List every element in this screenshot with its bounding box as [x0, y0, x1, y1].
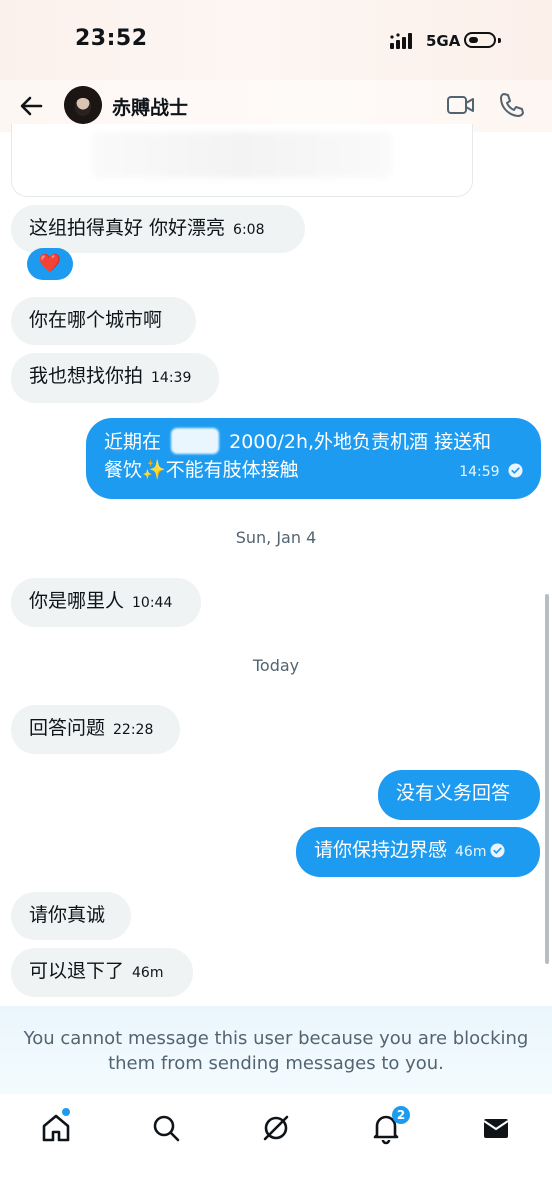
message-text-line1-b: 2000/2h,外地负责机酒 接送和	[229, 431, 492, 453]
date-divider: Sun, Jan 4	[235, 528, 317, 547]
message-text: 请你保持边界感	[314, 839, 448, 861]
mail-icon[interactable]	[476, 1108, 516, 1148]
date-divider: Today	[252, 656, 300, 675]
message-bubble-outgoing[interactable]: 没有义务回答	[378, 770, 540, 820]
blocked-notice-line2: them from sending messages to you.	[108, 1053, 444, 1074]
back-arrow-icon[interactable]	[18, 93, 44, 119]
message-text: 这组拍得真好 你好漂亮	[29, 217, 226, 239]
battery-tip	[498, 38, 501, 43]
blocked-notice: You cannot message this user because you…	[0, 1006, 552, 1094]
message-time: 14:39	[151, 370, 192, 386]
avatar[interactable]	[64, 86, 102, 124]
video-call-icon[interactable]	[446, 93, 476, 117]
signal-icon	[390, 33, 412, 49]
message-text-line1-a: 近期在	[104, 431, 162, 453]
message-text: 你在哪个城市啊	[29, 309, 163, 331]
notifications-badge: 2	[392, 1106, 410, 1124]
message-time: 6:08	[233, 222, 265, 238]
bottom-nav: 2	[0, 1094, 552, 1200]
message-bubble-outgoing[interactable]: 近期在 2000/2h,外地负责机酒 接送和 餐饮✨不能有肢体接触 14:59	[86, 418, 541, 499]
read-check-icon	[490, 843, 505, 858]
heart-icon: ❤️	[38, 253, 62, 274]
phone-icon[interactable]	[498, 91, 524, 119]
message-text-line2: 餐饮✨不能有肢体接触	[104, 459, 299, 481]
message-text: 回答问题	[29, 717, 106, 739]
message-bubble-outgoing[interactable]: 请你保持边界感 46m	[296, 827, 540, 877]
status-time: 23:52	[75, 26, 148, 51]
redacted-location	[171, 428, 220, 454]
network-type: 5GA	[426, 32, 461, 50]
message-bubble-incoming[interactable]: 回答问题 22:28	[11, 705, 180, 754]
message-time: 22:28	[113, 722, 154, 738]
message-bubble-incoming[interactable]: 这组拍得真好 你好漂亮 6:08	[11, 205, 305, 253]
search-icon[interactable]	[146, 1108, 186, 1148]
shared-media-card[interactable]	[11, 124, 473, 197]
message-text: 我也想找你拍	[29, 365, 144, 387]
message-bubble-incoming[interactable]: 你在哪个城市啊	[11, 297, 196, 345]
heart-reaction[interactable]: ❤️	[27, 248, 73, 280]
message-time: 46m	[132, 965, 164, 981]
status-bar: 23:52 5GA	[0, 0, 552, 80]
message-time: 14:59	[459, 464, 500, 480]
message-text: 请你真诚	[29, 904, 106, 926]
grok-icon[interactable]	[256, 1108, 296, 1148]
message-text: 可以退下了	[29, 960, 125, 982]
message-time: 10:44	[132, 595, 173, 611]
message-text: 没有义务回答	[396, 782, 511, 804]
blocked-notice-text: You cannot message this user because you…	[0, 1026, 552, 1076]
message-bubble-incoming[interactable]: 你是哪里人 10:44	[11, 578, 201, 627]
home-unread-dot	[60, 1106, 72, 1118]
message-time: 46m	[455, 844, 487, 860]
message-bubble-incoming[interactable]: 可以退下了 46m	[11, 948, 193, 997]
message-bubble-incoming[interactable]: 我也想找你拍 14:39	[11, 353, 219, 403]
blocked-notice-line1: You cannot message this user because you…	[23, 1028, 529, 1049]
scrollbar[interactable]	[545, 594, 549, 964]
contact-name[interactable]: 赤賻战士	[112, 93, 188, 120]
battery-icon	[464, 32, 496, 48]
message-text: 你是哪里人	[29, 590, 125, 612]
message-bubble-incoming[interactable]: 请你真诚	[11, 892, 131, 940]
read-check-icon	[508, 463, 523, 478]
